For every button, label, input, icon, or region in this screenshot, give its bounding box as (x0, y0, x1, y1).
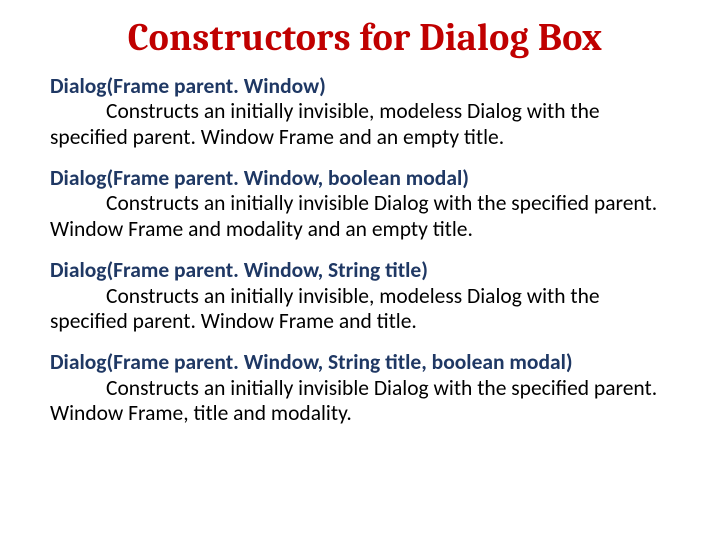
constructor-signature: Dialog(Frame parent. Window) (50, 73, 326, 99)
slide: Constructors for Dialog Box Dialog(Frame… (0, 0, 720, 540)
constructor-entry: Dialog(Frame parent. Window, boolean mod… (50, 166, 680, 242)
constructor-entry: Dialog(Frame parent. Window, String titl… (50, 350, 680, 426)
constructor-description: Constructs an initially invisible, model… (50, 283, 600, 334)
constructor-description-text: Constructs an initially invisible, model… (50, 283, 600, 334)
constructor-entry: Dialog(Frame parent. Window) Constructs … (50, 74, 680, 150)
constructor-description-text: Constructs an initially invisible Dialog… (50, 375, 657, 426)
constructor-description: Constructs an initially invisible Dialog… (50, 190, 657, 241)
constructor-description: Constructs an initially invisible Dialog… (50, 375, 657, 426)
constructor-description: Constructs an initially invisible, model… (50, 98, 600, 149)
constructor-description-text: Constructs an initially invisible, model… (50, 98, 600, 149)
constructor-signature: Dialog(Frame parent. Window, String titl… (50, 349, 573, 375)
constructor-signature: Dialog(Frame parent. Window, String titl… (50, 257, 428, 283)
constructor-description-text: Constructs an initially invisible Dialog… (50, 190, 657, 241)
constructor-signature: Dialog(Frame parent. Window, boolean mod… (50, 165, 469, 191)
constructor-entry: Dialog(Frame parent. Window, String titl… (50, 258, 680, 334)
page-title: Constructors for Dialog Box (50, 16, 680, 60)
